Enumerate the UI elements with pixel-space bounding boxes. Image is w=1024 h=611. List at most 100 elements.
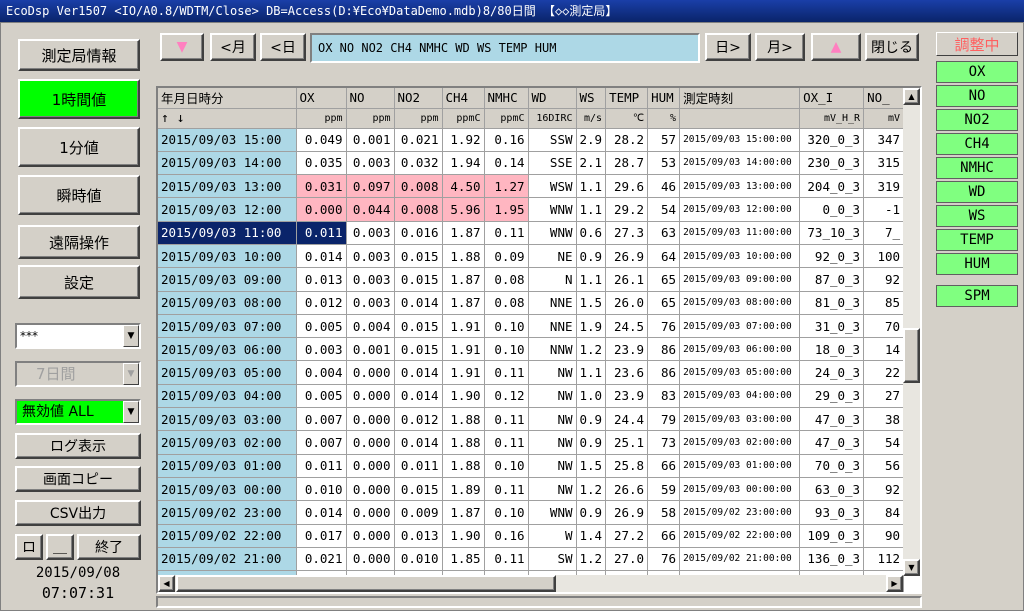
table-cell[interactable]: 0.021 <box>296 547 347 572</box>
table-cell[interactable]: 90 <box>863 524 905 548</box>
table-cell[interactable]: 83 <box>647 384 681 409</box>
table-cell[interactable]: 2015/09/03 09:00 <box>158 267 297 292</box>
table-cell[interactable]: 0.014 <box>394 291 443 315</box>
table-row[interactable]: 2015/09/02 22:00 0.017 0.000 0.013 1.90 0.16 W… <box>158 524 905 548</box>
table-cell[interactable]: 0.014 <box>296 500 347 525</box>
table-cell[interactable]: 0.035 <box>296 151 347 176</box>
table-cell[interactable]: 76 <box>647 314 681 339</box>
table-cell[interactable]: 2015/09/02 22:00:00 <box>679 524 801 548</box>
table-cell[interactable]: 1.87 <box>442 500 485 525</box>
table-cell[interactable]: 0.007 <box>296 430 347 455</box>
data-grid[interactable]: 年月日時分 OX NO NO2 CH4 NMHC WD WS TEMP HUM 測定時刻 OX_I NO… <box>156 86 922 594</box>
item-button-no[interactable]: NO <box>936 85 1018 107</box>
table-cell[interactable]: 27.3 <box>605 221 649 245</box>
table-cell[interactable]: 29_0_3 <box>799 384 865 409</box>
log-button[interactable]: ログ表示 <box>15 433 141 459</box>
table-cell[interactable]: 2015/09/03 10:00 <box>158 244 297 269</box>
minute-button[interactable]: 1分値 <box>18 127 140 167</box>
item-button-temp[interactable]: TEMP <box>936 229 1018 251</box>
table-cell[interactable]: 1.1 <box>576 197 607 222</box>
table-cell[interactable]: 26.6 <box>605 477 649 502</box>
table-cell[interactable]: 0.000 <box>346 454 395 478</box>
table-cell[interactable]: 204_0_3 <box>799 174 865 199</box>
table-cell[interactable]: 0.013 <box>394 524 443 548</box>
table-cell[interactable]: 0.003 <box>346 267 395 292</box>
table-cell[interactable]: 1.1 <box>576 360 607 385</box>
table-row[interactable]: 2015/09/03 06:00 0.003 0.001 0.015 1.91 0.10 N… <box>158 337 905 362</box>
table-cell[interactable]: 54 <box>863 430 905 455</box>
table-cell[interactable]: 1.4 <box>576 524 607 548</box>
table-cell[interactable]: 0.049 <box>296 128 347 152</box>
table-cell[interactable]: 66 <box>647 454 681 478</box>
table-cell[interactable]: 23.9 <box>605 384 649 409</box>
table-cell[interactable]: 2015/09/03 02:00:00 <box>679 430 801 455</box>
table-cell[interactable]: 2015/09/03 01:00 <box>158 454 297 478</box>
table-cell[interactable]: 319 <box>863 174 905 199</box>
table-cell[interactable]: 25.8 <box>605 454 649 478</box>
table-cell[interactable]: 0.005 <box>296 384 347 409</box>
table-cell[interactable]: 0.10 <box>484 314 529 339</box>
table-cell[interactable]: 1.87 <box>442 221 485 245</box>
table-cell[interactable]: 1.2 <box>576 547 607 572</box>
table-cell[interactable]: 0.000 <box>346 477 395 502</box>
column-header[interactable]: NO <box>346 88 395 109</box>
screen-copy-button[interactable]: 画面コピー <box>15 466 141 492</box>
table-cell[interactable]: 320_0_3 <box>799 128 865 152</box>
table-cell[interactable]: 0.6 <box>576 221 607 245</box>
table-cell[interactable]: 2015/09/03 09:00:00 <box>679 267 801 292</box>
remote-button[interactable]: 遠隔操作 <box>18 225 140 259</box>
column-header[interactable]: 年月日時分 <box>158 88 297 109</box>
table-cell[interactable]: 2015/09/03 08:00 <box>158 291 297 315</box>
table-row[interactable]: 2015/09/03 15:00 0.049 0.001 0.021 1.92 0.16 S… <box>158 128 905 152</box>
item-button-ch4[interactable]: CH4 <box>936 133 1018 155</box>
table-cell[interactable]: 31_0_3 <box>799 314 865 339</box>
table-cell[interactable]: 0.9 <box>576 407 607 432</box>
table-cell[interactable]: 14 <box>863 337 905 362</box>
exit-button[interactable]: 終了 <box>77 534 141 560</box>
table-cell[interactable]: 1.87 <box>442 291 485 315</box>
table-row[interactable]: 2015/09/03 02:00 0.007 0.000 0.014 1.88 0.11 N… <box>158 430 905 455</box>
scroll-up-button[interactable]: ▲ <box>811 33 861 61</box>
table-cell[interactable]: 54 <box>647 197 681 222</box>
table-cell[interactable]: NNE <box>528 291 577 315</box>
table-cell[interactable]: 2015/09/03 06:00:00 <box>679 337 801 362</box>
table-cell[interactable]: 1.1 <box>576 267 607 292</box>
column-header[interactable]: TEMP <box>605 88 649 109</box>
table-cell[interactable]: 1.2 <box>576 477 607 502</box>
scroll-down-button[interactable]: ▼ <box>160 33 204 61</box>
table-cell[interactable]: 81_0_3 <box>799 291 865 315</box>
table-cell[interactable]: 84 <box>863 500 905 525</box>
table-row[interactable]: 2015/09/03 03:00 0.007 0.000 0.012 1.88 0.11 N… <box>158 407 905 432</box>
table-cell[interactable]: 0.011 <box>296 221 347 245</box>
table-cell[interactable]: WNW <box>528 221 577 245</box>
table-row[interactable]: 2015/09/03 00:00 0.010 0.000 0.015 1.89 0.11 N… <box>158 477 905 502</box>
hourly-button[interactable]: 1時間値 <box>18 79 140 119</box>
prev-day-button[interactable]: <日 <box>260 33 306 61</box>
table-cell[interactable]: WNW <box>528 197 577 222</box>
table-cell[interactable]: 1.1 <box>576 174 607 199</box>
table-cell[interactable]: 65 <box>647 291 681 315</box>
table-cell[interactable]: WNW <box>528 500 577 525</box>
table-row[interactable]: 2015/09/03 12:00 0.000 0.044 0.008 5.96 1.95 W… <box>158 197 905 222</box>
minimize-button[interactable]: ＿ <box>46 534 74 560</box>
table-row[interactable]: 2015/09/03 11:00 0.011 0.003 0.016 1.87 0.11 W… <box>158 221 905 245</box>
table-cell[interactable]: 27.0 <box>605 547 649 572</box>
table-cell[interactable]: 92 <box>863 267 905 292</box>
table-cell[interactable]: 2015/09/03 07:00 <box>158 314 297 339</box>
table-cell[interactable]: 2.9 <box>576 128 607 152</box>
table-cell[interactable]: 92_0_3 <box>799 244 865 269</box>
column-header[interactable]: NMHC <box>484 88 529 109</box>
csv-export-button[interactable]: CSV出力 <box>15 500 141 526</box>
table-cell[interactable]: 2015/09/03 03:00:00 <box>679 407 801 432</box>
table-cell[interactable]: 0.003 <box>346 221 395 245</box>
prev-month-button[interactable]: <月 <box>210 33 256 61</box>
item-button-hum[interactable]: HUM <box>936 253 1018 275</box>
table-cell[interactable]: NNW <box>528 337 577 362</box>
table-cell[interactable]: 2015/09/03 07:00:00 <box>679 314 801 339</box>
table-cell[interactable]: 85 <box>863 291 905 315</box>
table-cell[interactable]: 0.000 <box>346 360 395 385</box>
table-cell[interactable]: N <box>528 267 577 292</box>
table-cell[interactable]: 57 <box>647 128 681 152</box>
table-cell[interactable]: 76 <box>647 547 681 572</box>
table-cell[interactable]: 53 <box>647 151 681 176</box>
